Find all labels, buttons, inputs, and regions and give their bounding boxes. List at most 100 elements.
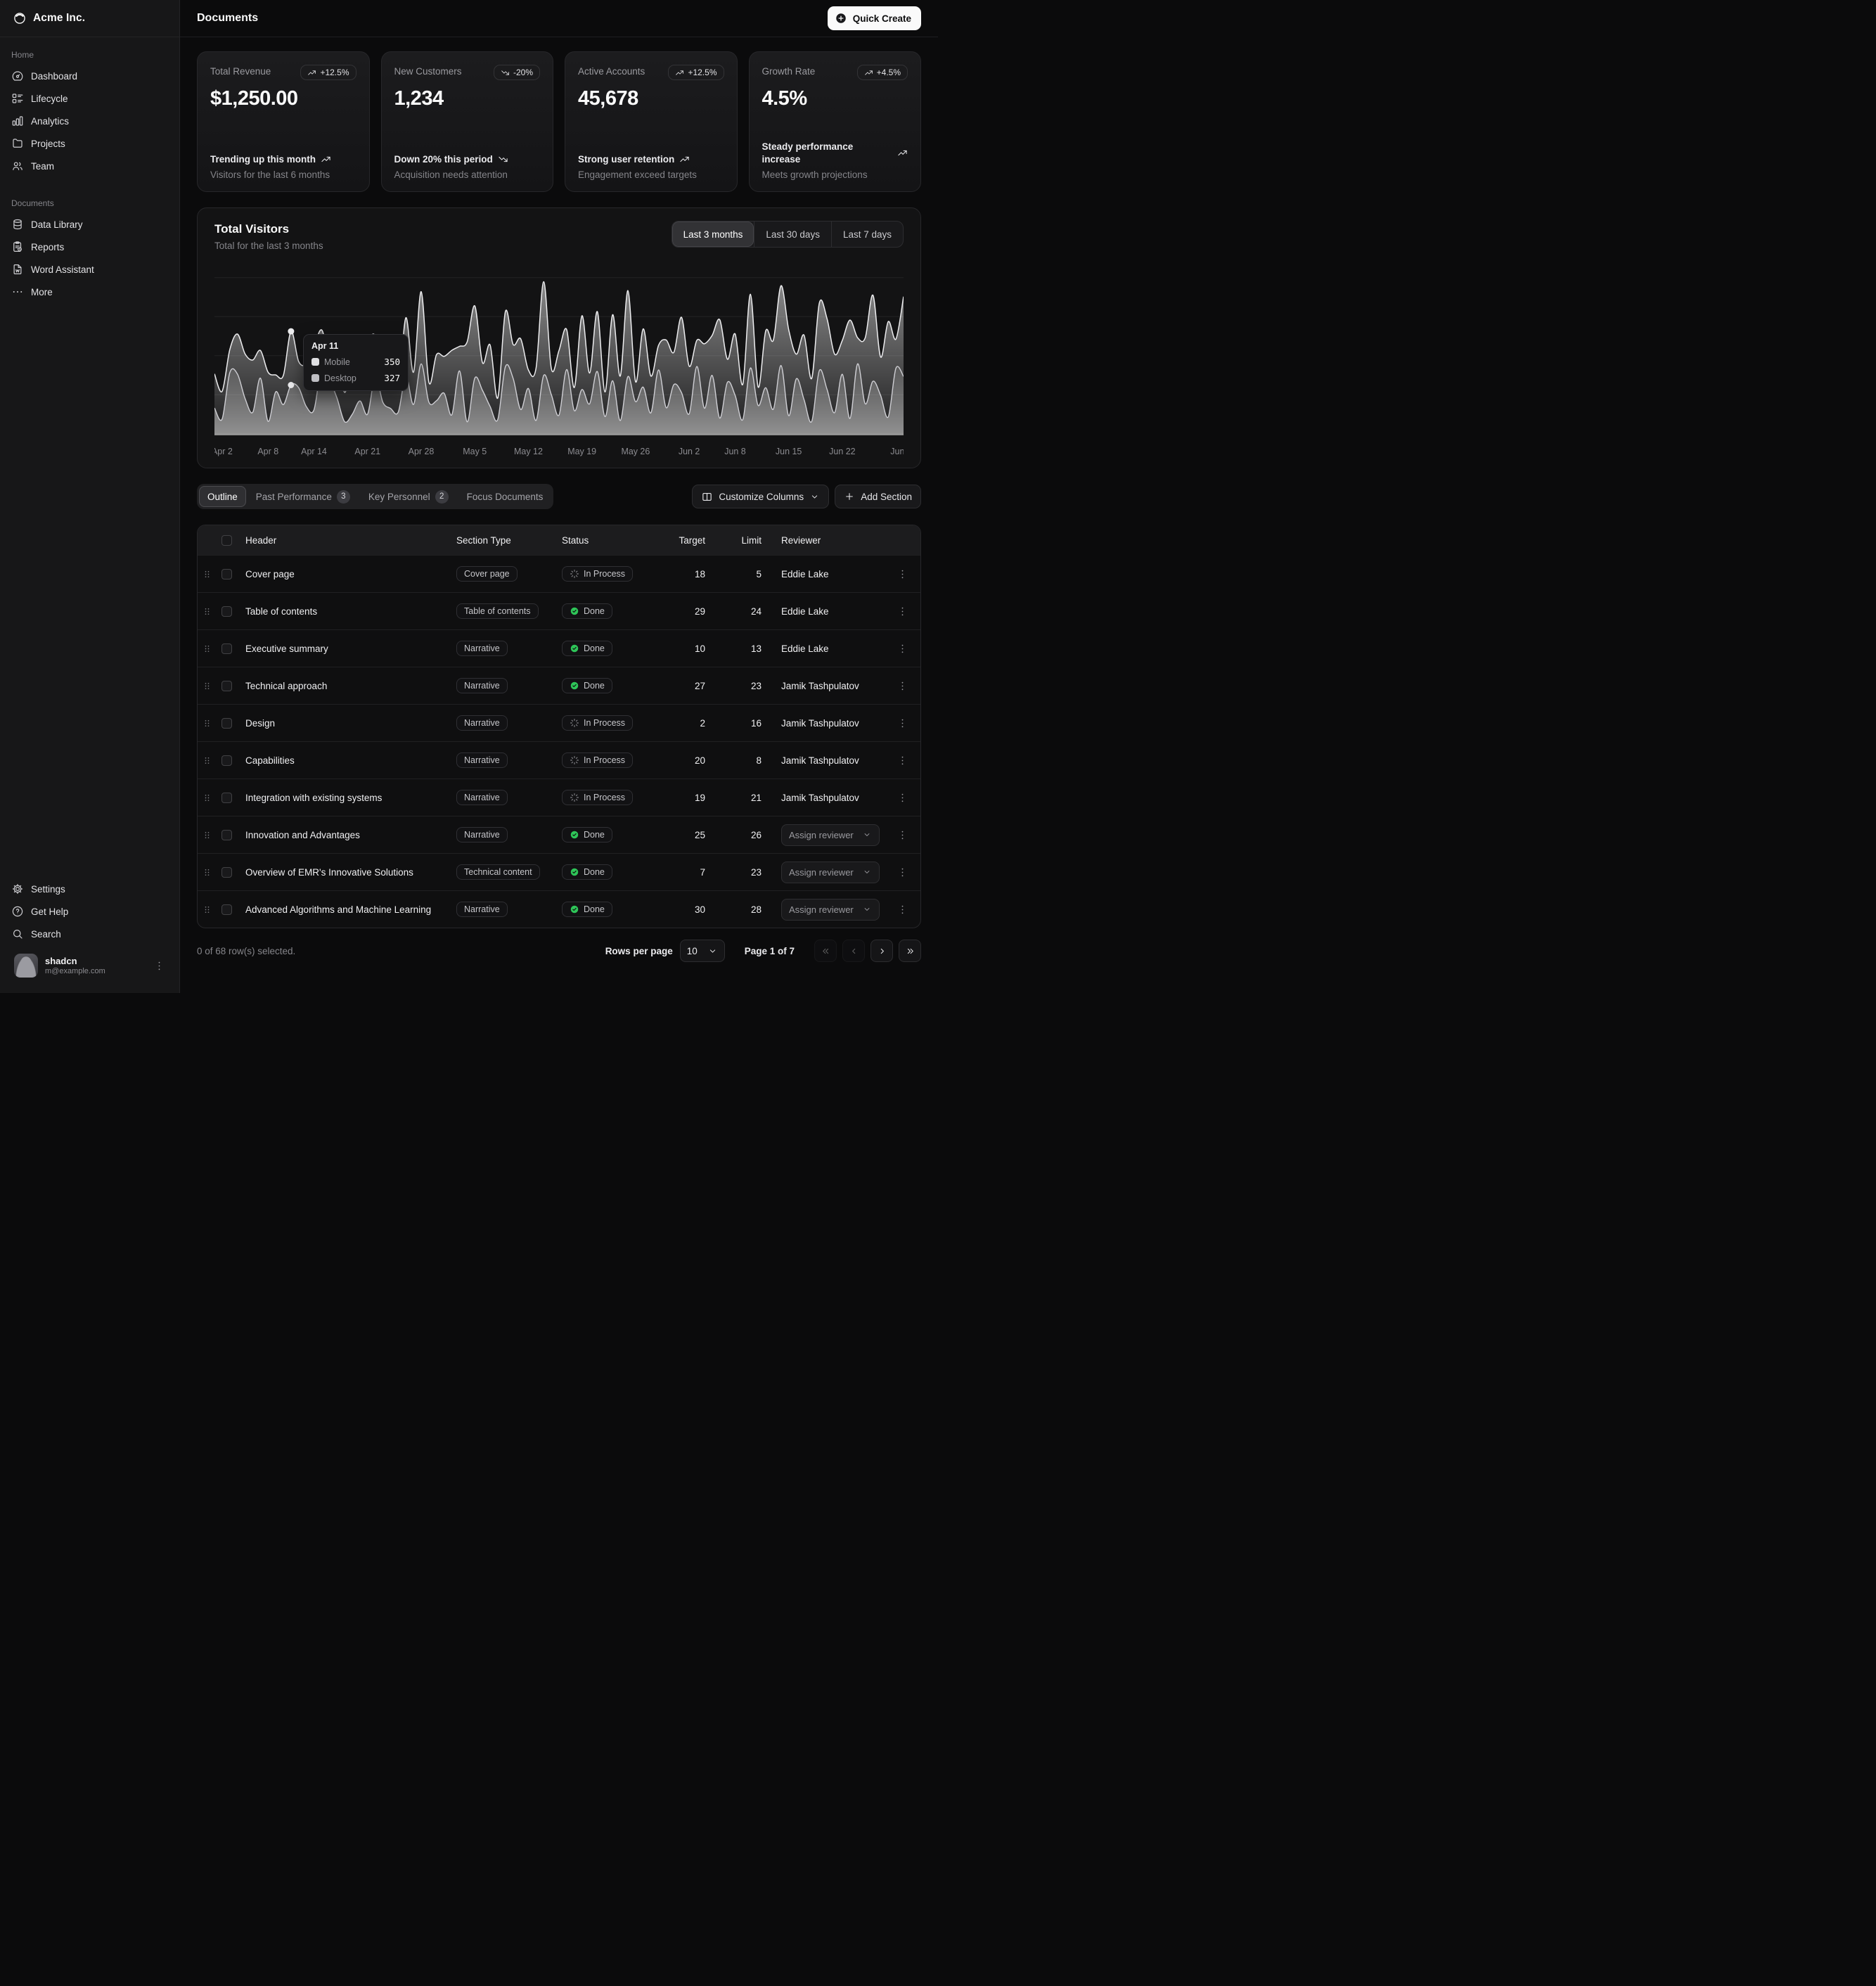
limit-value[interactable]: 23 (725, 867, 781, 878)
dots-vertical-icon[interactable] (153, 960, 165, 972)
row-header[interactable]: Innovation and Advantages (245, 830, 456, 840)
row-menu-button[interactable] (888, 680, 916, 692)
row-checkbox[interactable] (221, 867, 232, 878)
limit-value[interactable]: 24 (725, 606, 781, 617)
sidebar-item-settings[interactable]: Settings (6, 878, 174, 900)
target-value[interactable]: 29 (655, 606, 725, 617)
row-checkbox[interactable] (221, 830, 232, 840)
row-header[interactable]: Table of contents (245, 606, 456, 617)
sidebar-item-get-help[interactable]: Get Help (6, 900, 174, 923)
chevron-right-button[interactable] (870, 940, 893, 962)
tab-outline[interactable]: Outline (199, 486, 246, 507)
sidebar-item-data-library[interactable]: Data Library (6, 213, 174, 236)
target-value[interactable]: 19 (655, 793, 725, 803)
row-menu-button[interactable] (888, 904, 916, 916)
target-value[interactable]: 25 (655, 830, 725, 840)
customize-columns-button[interactable]: Customize Columns (692, 485, 829, 508)
sidebar-item-word-assistant[interactable]: Word Assistant (6, 258, 174, 281)
row-checkbox[interactable] (221, 755, 232, 766)
row-header[interactable]: Integration with existing systems (245, 793, 456, 803)
row-header[interactable]: Design (245, 718, 456, 729)
chevrons-left-button[interactable] (814, 940, 837, 962)
drag-handle[interactable] (198, 866, 221, 878)
sidebar-item-team[interactable]: Team (6, 155, 174, 177)
tab-key-personnel[interactable]: Key Personnel2 (360, 486, 457, 507)
sidebar-item-projects[interactable]: Projects (6, 132, 174, 155)
sidebar-item-lifecycle[interactable]: Lifecycle (6, 87, 174, 110)
reviewer-cell: Assign reviewer (781, 861, 888, 883)
user-menu[interactable]: shadcn m@example.com (8, 949, 171, 982)
drag-handle[interactable] (198, 904, 221, 916)
status-badge: In Process (562, 566, 633, 582)
row-menu-button[interactable] (888, 755, 916, 767)
row-menu-button[interactable] (888, 606, 916, 617)
range-last-7-days[interactable]: Last 7 days (831, 222, 903, 247)
row-checkbox[interactable] (221, 793, 232, 803)
row-header[interactable]: Cover page (245, 569, 456, 579)
range-last-3-months[interactable]: Last 3 months (672, 222, 754, 247)
target-value[interactable]: 27 (655, 681, 725, 691)
add-section-button[interactable]: Add Section (835, 485, 921, 508)
sidebar-item-analytics[interactable]: Analytics (6, 110, 174, 132)
drag-handle[interactable] (198, 680, 221, 692)
target-value[interactable]: 20 (655, 755, 725, 766)
drag-handle[interactable] (198, 568, 221, 580)
row-header[interactable]: Advanced Algorithms and Machine Learning (245, 904, 456, 915)
brand-header[interactable]: Acme Inc. (0, 0, 179, 37)
row-header[interactable]: Overview of EMR's Innovative Solutions (245, 867, 456, 878)
limit-value[interactable]: 13 (725, 643, 781, 654)
drag-handle[interactable] (198, 643, 221, 655)
sidebar-item-search[interactable]: Search (6, 923, 174, 945)
row-checkbox[interactable] (221, 643, 232, 654)
row-menu-button[interactable] (888, 792, 916, 804)
drag-handle[interactable] (198, 606, 221, 617)
limit-value[interactable]: 8 (725, 755, 781, 766)
sidebar-item-dashboard[interactable]: Dashboard (6, 65, 174, 87)
row-checkbox[interactable] (221, 904, 232, 915)
target-value[interactable]: 2 (655, 718, 725, 729)
drag-handle[interactable] (198, 717, 221, 729)
row-header[interactable]: Capabilities (245, 755, 456, 766)
drag-handle[interactable] (198, 829, 221, 841)
target-value[interactable]: 7 (655, 867, 725, 878)
select-all-checkbox[interactable] (221, 535, 232, 546)
drag-handle[interactable] (198, 792, 221, 804)
chart-plot[interactable]: Apr 2Apr 8Apr 14Apr 21Apr 28May 5May 12M… (214, 264, 904, 459)
limit-value[interactable]: 23 (725, 681, 781, 691)
target-value[interactable]: 18 (655, 569, 725, 579)
row-checkbox[interactable] (221, 606, 232, 617)
assign-reviewer-select[interactable]: Assign reviewer (781, 899, 880, 921)
limit-value[interactable]: 16 (725, 718, 781, 729)
row-menu-button[interactable] (888, 643, 916, 655)
circle-check-icon (570, 681, 579, 691)
drag-handle[interactable] (198, 755, 221, 767)
target-value[interactable]: 30 (655, 904, 725, 915)
quick-create-button[interactable]: Quick Create (828, 6, 921, 30)
assign-reviewer-select[interactable]: Assign reviewer (781, 824, 880, 846)
row-menu-button[interactable] (888, 829, 916, 841)
row-menu-button[interactable] (888, 866, 916, 878)
sidebar-item-more[interactable]: More (6, 281, 174, 303)
range-last-30-days[interactable]: Last 30 days (754, 222, 831, 247)
row-checkbox[interactable] (221, 681, 232, 691)
row-checkbox[interactable] (221, 718, 232, 729)
row-checkbox[interactable] (221, 569, 232, 579)
total-visitors-chart-card: Total Visitors Total for the last 3 mont… (197, 207, 921, 468)
limit-value[interactable]: 26 (725, 830, 781, 840)
tab-focus-documents[interactable]: Focus Documents (458, 486, 552, 507)
sidebar-item-reports[interactable]: Reports (6, 236, 174, 258)
limit-value[interactable]: 21 (725, 793, 781, 803)
row-header[interactable]: Technical approach (245, 681, 456, 691)
rows-per-page-select[interactable]: 10 (680, 940, 725, 962)
row-header[interactable]: Executive summary (245, 643, 456, 654)
chevrons-right-button[interactable] (899, 940, 921, 962)
chevron-left-button[interactable] (842, 940, 865, 962)
assign-reviewer-select[interactable]: Assign reviewer (781, 861, 880, 883)
limit-value[interactable]: 5 (725, 569, 781, 579)
table-row: Technical approach Narrative Done 27 23 … (198, 667, 920, 704)
row-menu-button[interactable] (888, 568, 916, 580)
row-menu-button[interactable] (888, 717, 916, 729)
limit-value[interactable]: 28 (725, 904, 781, 915)
tab-past-performance[interactable]: Past Performance3 (248, 486, 359, 507)
target-value[interactable]: 10 (655, 643, 725, 654)
